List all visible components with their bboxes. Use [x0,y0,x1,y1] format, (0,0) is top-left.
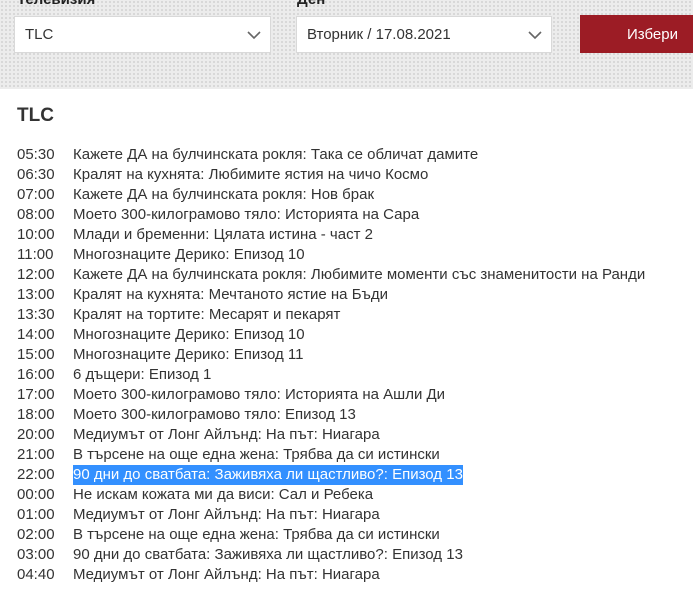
programme-title[interactable]: Моето 300-килограмово тяло: Историята на… [73,385,445,405]
programme-title[interactable]: Кажете ДА на булчинската рокля: Любимите… [73,265,645,285]
programme-time: 05:30 [17,146,55,163]
schedule-row: 02:00 В търсене на още една жена: Трябва … [17,525,693,545]
schedule-row: 06:30 Кралят на кухнята: Любимите ястия н… [17,165,693,185]
schedule-row: 22:00 90 дни до сватбата: Заживяха ли щас… [17,465,693,485]
programme-title[interactable]: Многознаците Дерико: Епизод 10 [73,325,305,345]
schedule-row: 13:00 Кралят на кухнята: Мечтаното ястие … [17,285,693,305]
schedule-row: 14:00 Многознаците Дерико: Епизод 10 [17,325,693,345]
schedule-row: 12:00 Кажете ДА на булчинската рокля: Люб… [17,265,693,285]
schedule-row: 08:00 Моето 300-килограмово тяло: История… [17,205,693,225]
schedule-row: 21:00 В търсене на още една жена: Трябва … [17,445,693,465]
programme-time: 08:00 [17,206,55,223]
schedule-row: 15:00 Многознаците Дерико: Епизод 11 [17,345,693,365]
programme-time: 01:00 [17,506,55,523]
programme-time: 06:30 [17,166,55,183]
programme-title[interactable]: В търсене на още една жена: Трябва да си… [73,445,440,465]
programme-time: 15:00 [17,346,55,363]
schedule-row: 17:00 Моето 300-килограмово тяло: История… [17,385,693,405]
programme-title[interactable]: Кажете ДА на булчинската рокля: Така се … [73,145,478,165]
programme-time: 02:00 [17,526,55,543]
programme-time: 03:00 [17,546,55,563]
schedule-row: 05:30 Кажете ДА на булчинската рокля: Так… [17,145,693,165]
programme-time: 07:00 [17,186,55,203]
programme-time: 21:00 [17,446,55,463]
programme-title[interactable]: Многознаците Дерико: Епизод 10 [73,245,305,265]
programme-time: 12:00 [17,266,55,283]
programme-title[interactable]: Млади и бременни: Цялата истина - част 2 [73,225,373,245]
schedule-row: 07:00 Кажете ДА на булчинската рокля: Нов… [17,185,693,205]
channel-select[interactable]: TLC [14,16,271,53]
programme-time: 13:00 [17,286,55,303]
channel-filter-label: Телевизия [17,0,95,8]
programme-time: 11:00 [17,246,54,263]
programme-title[interactable]: Медиумът от Лонг Айлънд: На път: Ниагара [73,505,380,525]
programme-time: 00:00 [17,486,55,503]
programme-time: 14:00 [17,326,55,343]
programme-title[interactable]: Не искам кожата ми да виси: Сал и Ребека [73,485,373,505]
schedule-row: 11:00 Многознаците Дерико: Епизод 10 [17,245,693,265]
programme-title[interactable]: Кралят на кухнята: Мечтаното ястие на Бъ… [73,285,388,305]
programme-time: 16:00 [17,366,55,383]
schedule-row: 13:30 Кралят на тортите: Месарят и пекаря… [17,305,693,325]
schedule-row: 10:00 Млади и бременни: Цялата истина - ч… [17,225,693,245]
schedule-row: 04:40 Медиумът от Лонг Айлънд: На път: Ни… [17,565,693,585]
programme-title[interactable]: Моето 300-килограмово тяло: Епизод 13 [73,405,356,425]
chevron-down-icon [528,30,542,39]
programme-title[interactable]: Кралят на кухнята: Любимите ястия на чич… [73,165,428,185]
schedule-row: 20:00 Медиумът от Лонг Айлънд: На път: Ни… [17,425,693,445]
schedule-row: 16:00 6 дъщери: Епизод 1 [17,365,693,385]
schedule-row: 01:00 Медиумът от Лонг Айлънд: На път: Ни… [17,505,693,525]
day-select[interactable]: Вторник / 17.08.2021 [296,16,552,53]
filter-bar: Телевизия TLC Ден Вторник / 17.08.2021 И… [0,0,693,89]
programme-title[interactable]: Медиумът от Лонг Айлънд: На път: Ниагара [73,425,380,445]
channel-title: TLC [17,105,54,126]
programme-title[interactable]: 90 дни до сватбата: Заживяха ли щастливо… [73,545,463,565]
programme-time: 22:00 [17,466,55,483]
programme-time: 18:00 [17,406,55,423]
day-filter-label: Ден [297,0,325,8]
choose-button[interactable]: Избери [580,15,693,53]
programme-time: 10:00 [17,226,55,243]
programme-title[interactable]: Кралят на тортите: Месарят и пекарят [73,305,340,325]
programme-time: 17:00 [17,386,55,403]
programme-title[interactable]: Медиумът от Лонг Айлънд: На път: Ниагара [73,565,380,585]
programme-time: 13:30 [17,306,55,323]
programme-title[interactable]: Кажете ДА на булчинската рокля: Нов брак [73,185,374,205]
programme-title[interactable]: Моето 300-килограмово тяло: Историята на… [73,205,419,225]
programme-time: 20:00 [17,426,55,443]
schedule-row: 03:00 90 дни до сватбата: Заживяха ли щас… [17,545,693,565]
day-select-value: Вторник / 17.08.2021 [307,26,451,43]
programme-title[interactable]: 90 дни до сватбата: Заживяха ли щастливо… [73,465,463,485]
programme-time: 04:40 [17,566,55,583]
programme-title[interactable]: В търсене на още една жена: Трябва да си… [73,525,440,545]
schedule-row: 00:00 Не искам кожата ми да виси: Сал и Р… [17,485,693,505]
programme-title[interactable]: 6 дъщери: Епизод 1 [73,365,211,385]
schedule-list: 05:30 Кажете ДА на булчинската рокля: Так… [17,145,693,585]
schedule-row: 18:00 Моето 300-килограмово тяло: Епизод … [17,405,693,425]
chevron-down-icon [247,30,261,39]
programme-title[interactable]: Многознаците Дерико: Епизод 11 [73,345,303,365]
channel-select-value: TLC [25,26,54,43]
